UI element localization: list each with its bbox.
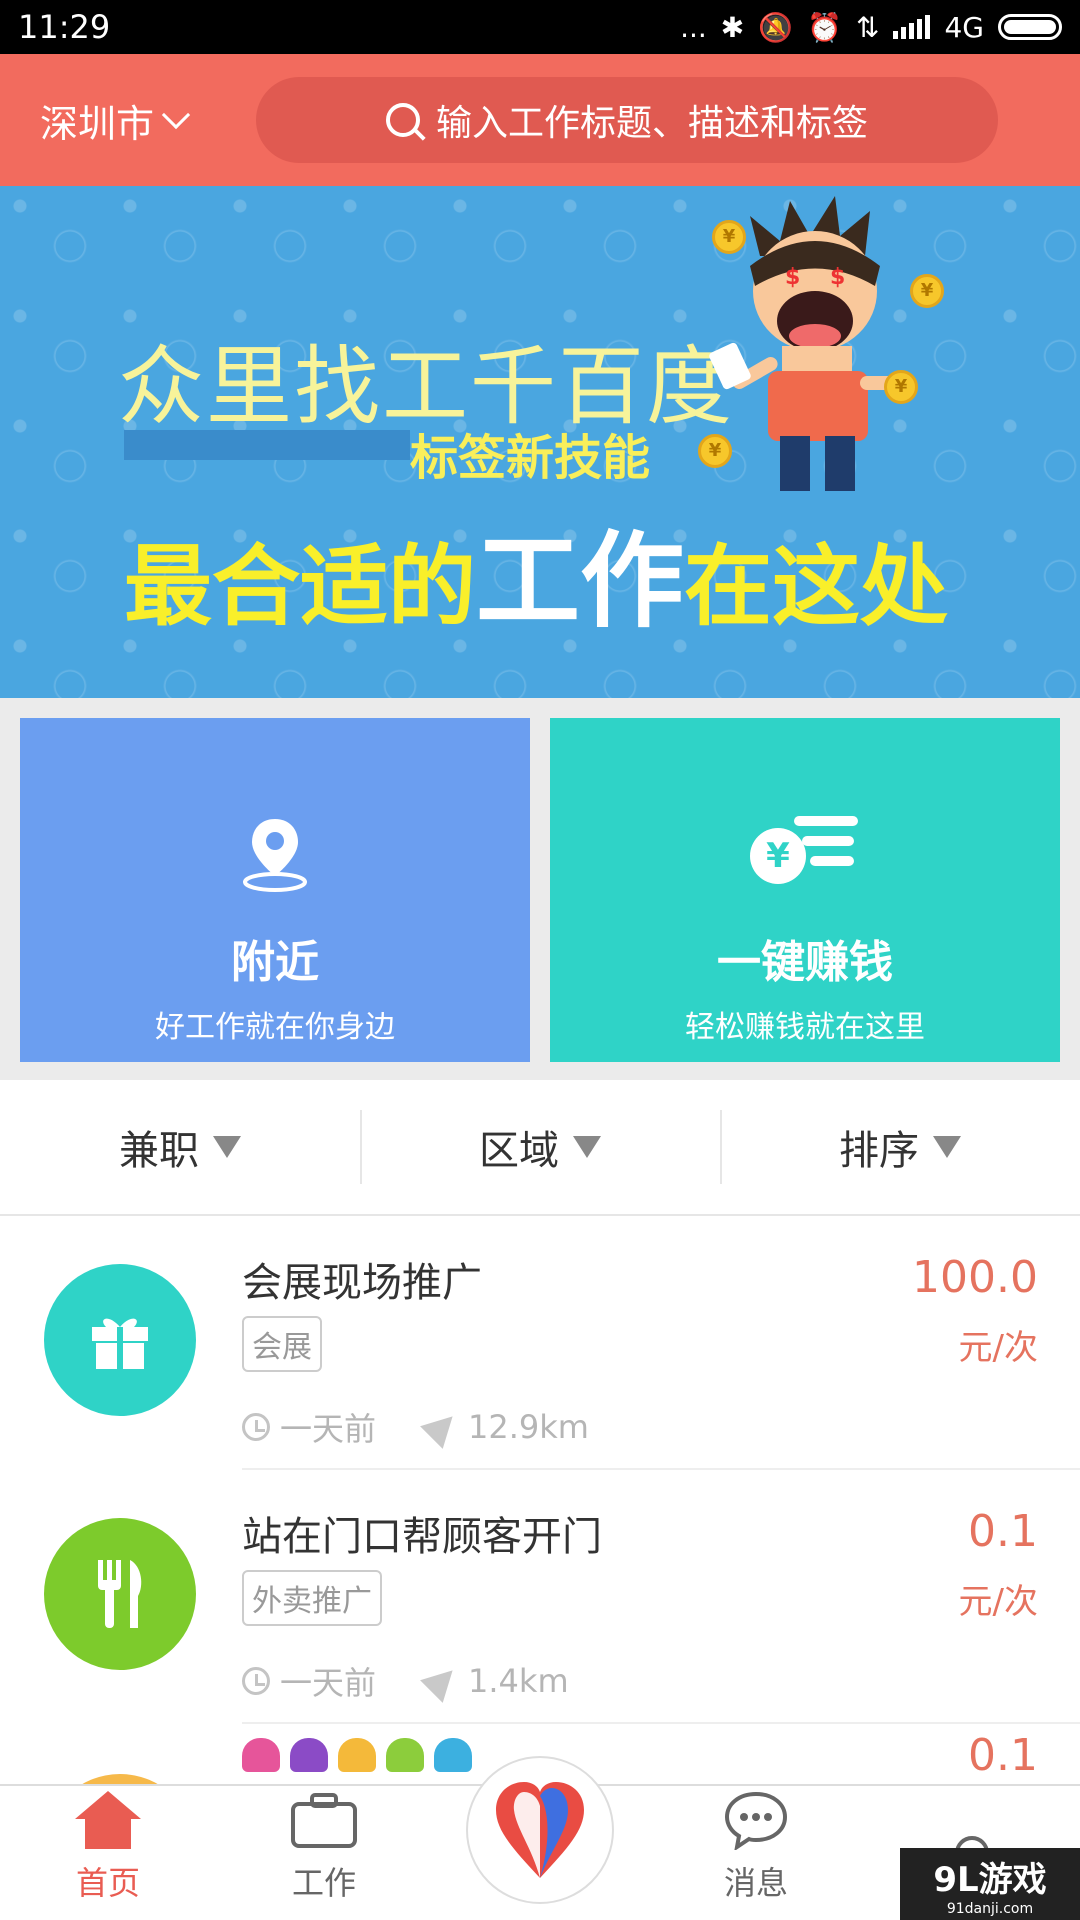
clock-icon — [242, 1667, 270, 1695]
navigation-arrow-icon — [420, 1405, 464, 1449]
filter-area-label: 区域 — [479, 1128, 559, 1174]
more-dots-icon: ... — [680, 10, 707, 44]
coin-icon: ¥ — [884, 370, 918, 404]
data-transfer-icon: ⇅ — [856, 10, 880, 44]
briefcase-icon — [291, 1793, 357, 1848]
location-pin-icon — [243, 819, 307, 892]
feature-cards: 附近 好工作就在你身边 ¥ 一键赚钱 轻松赚钱就在这里 — [0, 698, 1080, 1080]
top-header: 深圳市 输入工作标题、描述和标签 — [0, 54, 1080, 186]
chevron-down-icon — [161, 100, 191, 130]
nav-home-label: 首页 — [75, 1864, 140, 1902]
coin-icon: ¥ — [910, 274, 944, 308]
promo-banner[interactable]: 众里找工千百度 标签新技能 最合适的工作在这处 $ $ ¥ ¥ ¥ ¥ — [0, 186, 1080, 698]
filter-area[interactable]: 区域 — [360, 1080, 720, 1214]
bluetooth-icon: ✱ — [720, 10, 745, 44]
mute-icon: 🔕 — [758, 10, 794, 44]
status-icons: ... ✱ 🔕 ⏰ ⇅ 4G — [680, 11, 1062, 44]
alarm-icon: ⏰ — [807, 10, 843, 44]
job-price-unit: 元/次 — [958, 1328, 1038, 1368]
filter-type-label: 兼职 — [119, 1128, 199, 1174]
search-placeholder: 输入工作标题、描述和标签 — [435, 103, 868, 144]
yen-symbol: ¥ — [750, 828, 806, 884]
job-distance: 12.9km — [468, 1408, 589, 1446]
banner-slogan-b: 工作 — [476, 520, 685, 642]
filter-sort-label: 排序 — [839, 1128, 919, 1174]
gift-icon — [44, 1264, 196, 1416]
job-time: 一天前 — [280, 1410, 377, 1448]
triangle-down-icon — [933, 1136, 961, 1158]
colorful-tags — [242, 1738, 472, 1772]
job-tag: 外卖推广 — [242, 1570, 382, 1626]
triangle-down-icon — [573, 1136, 601, 1158]
app-logo-icon — [496, 1782, 584, 1878]
watermark-logo: 9L游戏 91danji.com — [900, 1848, 1080, 1920]
battery-icon — [998, 14, 1062, 40]
nearby-card[interactable]: 附近 好工作就在你身边 — [20, 718, 530, 1062]
job-distance: 1.4km — [468, 1662, 569, 1700]
job-tag: 会展 — [242, 1316, 322, 1372]
triangle-down-icon — [213, 1136, 241, 1158]
svg-text:$: $ — [785, 265, 800, 290]
home-icon — [75, 1791, 141, 1849]
quick-earn-subtitle: 轻松赚钱就在这里 — [685, 1010, 925, 1045]
yen-coin-icon: ¥ — [750, 814, 860, 894]
clock-icon — [242, 1413, 270, 1441]
job-time: 一天前 — [280, 1664, 377, 1702]
signal-icon — [893, 15, 931, 39]
nav-work[interactable]: 工作 — [216, 1786, 432, 1920]
job-title: 会展现场推广 — [242, 1260, 482, 1306]
job-price: 0.1 — [968, 1506, 1038, 1557]
quick-earn-card[interactable]: ¥ 一键赚钱 轻松赚钱就在这里 — [550, 718, 1060, 1062]
nav-home[interactable]: 首页 — [0, 1786, 216, 1920]
job-meta: 一天前 12.9km — [242, 1404, 589, 1450]
banner-slogan-a: 最合适的 — [124, 535, 477, 638]
nearby-subtitle: 好工作就在你身边 — [155, 1010, 395, 1045]
coin-icon: ¥ — [698, 434, 732, 468]
quick-earn-title: 一键赚钱 — [717, 937, 893, 988]
svg-text:$: $ — [830, 265, 845, 290]
banner-decor-bar — [124, 430, 410, 460]
watermark-url: 91danji.com — [946, 1900, 1034, 1917]
chat-bubble-icon — [724, 1791, 788, 1850]
list-item[interactable]: 站在门口帮顾客开门 外卖推广 一天前 1.4km 0.1 元/次 — [0, 1470, 1080, 1724]
nav-work-label: 工作 — [291, 1864, 356, 1902]
list-item[interactable]: 会展现场推广 会展 一天前 12.9km 100.0 元/次 — [0, 1216, 1080, 1470]
banner-slogan: 最合适的工作在这处 — [124, 496, 948, 647]
center-app-button[interactable] — [466, 1756, 614, 1904]
job-list: 会展现场推广 会展 一天前 12.9km 100.0 元/次 站在门口帮顾客开门… — [0, 1216, 1080, 1786]
job-price: 100.0 — [912, 1252, 1038, 1303]
watermark-brand: 9L游戏 — [933, 1859, 1047, 1900]
city-selector[interactable]: 深圳市 — [40, 93, 256, 148]
filter-sort[interactable]: 排序 — [720, 1080, 1080, 1214]
nav-messages-label: 消息 — [723, 1864, 788, 1902]
navigation-arrow-icon — [420, 1659, 464, 1703]
job-price: 0.1 — [968, 1730, 1038, 1781]
job-price-unit: 元/次 — [958, 1582, 1038, 1622]
fork-knife-icon — [44, 1518, 196, 1670]
coin-icon: ¥ — [712, 220, 746, 254]
nearby-title: 附近 — [231, 937, 319, 988]
job-meta: 一天前 1.4km — [242, 1658, 569, 1704]
status-time: 11:29 — [18, 8, 111, 46]
network-type: 4G — [944, 10, 984, 44]
nav-messages[interactable]: 消息 — [648, 1786, 864, 1920]
status-bar: 11:29 ... ✱ 🔕 ⏰ ⇅ 4G — [0, 0, 1080, 54]
job-title: 站在门口帮顾客开门 — [242, 1514, 602, 1560]
filter-type[interactable]: 兼职 — [0, 1080, 360, 1214]
filter-bar: 兼职 区域 排序 — [0, 1080, 1080, 1216]
search-icon — [385, 103, 420, 137]
banner-slogan-c: 在这处 — [684, 535, 949, 638]
city-label: 深圳市 — [40, 101, 155, 146]
banner-subheadline: 标签新技能 — [410, 430, 651, 486]
search-input[interactable]: 输入工作标题、描述和标签 — [256, 77, 998, 163]
